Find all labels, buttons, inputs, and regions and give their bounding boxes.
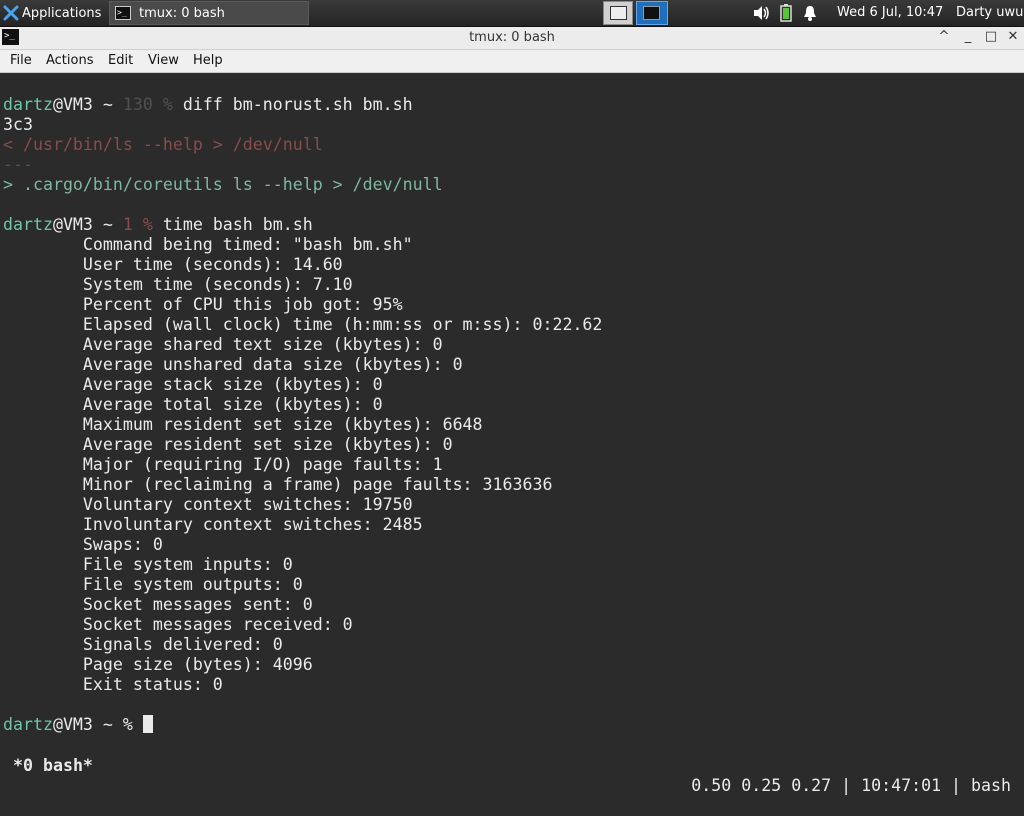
menu-bar: File Actions Edit View Help: [0, 50, 1024, 73]
shade-button[interactable]: ^: [936, 29, 952, 45]
minimize-button[interactable]: _: [960, 29, 976, 45]
output-line: Minor (reclaiming a frame) page faults: …: [3, 475, 553, 494]
prompt-host: @VM3 ~: [52, 95, 123, 114]
system-tray: [752, 0, 828, 26]
prompt-user: dartz: [3, 715, 53, 734]
prompt-exit-code: 1 %: [122, 215, 153, 234]
output-line: Involuntary context switches: 2485: [3, 515, 423, 534]
output-line: Average resident set size (kbytes): 0: [3, 435, 453, 454]
xfce-logo-icon: [3, 5, 19, 21]
output-line: System time (seconds): 7.10: [3, 275, 353, 294]
output-line: Swaps: 0: [3, 535, 163, 554]
applications-menu-button[interactable]: Applications: [0, 0, 104, 26]
applications-label: Applications: [22, 5, 102, 21]
output-line: File system inputs: 0: [3, 555, 293, 574]
output-line: File system outputs: 0: [3, 575, 303, 594]
command-text: time bash bm.sh: [152, 215, 313, 234]
output-line: Command being timed: "bash bm.sh": [3, 235, 413, 254]
volume-icon[interactable]: [752, 5, 770, 21]
tmux-window-list[interactable]: *0 bash*: [13, 756, 93, 776]
diff-hunk-header: 3c3: [3, 115, 33, 134]
diff-added-line: > .cargo/bin/coreutils ls --help > /dev/…: [3, 175, 443, 194]
output-line: Signals delivered: 0: [3, 635, 283, 654]
output-line: Page size (bytes): 4096: [3, 655, 313, 674]
menu-help[interactable]: Help: [193, 53, 223, 68]
maximize-button[interactable]: □: [983, 29, 999, 45]
prompt-symbol: %: [122, 715, 133, 734]
output-line: Socket messages sent: 0: [3, 595, 313, 614]
output-line: Major (requiring I/O) page faults: 1: [3, 455, 443, 474]
terminal-icon: >_: [115, 6, 131, 20]
tmux-status-bar: *0 bash* 0.50 0.25 0.27 | 10:47:01 | bas…: [0, 736, 1024, 795]
prompt-line: dartz@VM3 ~ 130 % diff bm-norust.sh bm.s…: [3, 95, 413, 115]
panel-clock[interactable]: Wed 6 Jul, 10:47: [837, 5, 943, 20]
prompt-user: dartz: [3, 215, 53, 234]
terminal-thumbnail-icon: [643, 6, 660, 20]
window-titlebar[interactable]: >_ tmux: 0 bash ^ _ □ ✕: [0, 27, 1024, 50]
menu-view[interactable]: View: [148, 53, 179, 68]
output-line: Average total size (kbytes): 0: [3, 395, 383, 414]
prompt-line: dartz@VM3 ~ 1 % time bash bm.sh: [3, 215, 313, 235]
menu-file[interactable]: File: [10, 53, 32, 68]
workspace-1-button[interactable]: [603, 1, 633, 25]
output-line: Percent of CPU this job got: 95%: [3, 295, 403, 314]
terminal-area[interactable]: dartz@VM3 ~ 130 % diff bm-norust.sh bm.s…: [0, 73, 1024, 795]
close-button[interactable]: ✕: [1005, 29, 1021, 45]
command-text: diff bm-norust.sh bm.sh: [172, 95, 413, 114]
workspace-2-button[interactable]: [636, 1, 668, 25]
output-line: Average stack size (kbytes): 0: [3, 375, 383, 394]
battery-icon[interactable]: [780, 4, 792, 22]
text-cursor: [142, 715, 153, 733]
diff-separator: ---: [3, 155, 33, 174]
prompt-host: @VM3 ~: [52, 215, 123, 234]
taskbar-item-label: tmux: 0 bash: [139, 5, 225, 21]
menu-actions[interactable]: Actions: [46, 53, 94, 68]
output-line: Elapsed (wall clock) time (h:mm:ss or m:…: [3, 315, 603, 334]
notification-bell-icon[interactable]: [802, 5, 818, 21]
output-line: Voluntary context switches: 19750: [3, 495, 413, 514]
menu-edit[interactable]: Edit: [108, 53, 133, 68]
output-line: Maximum resident set size (kbytes): 6648: [3, 415, 483, 434]
output-line: Average shared text size (kbytes): 0: [3, 335, 443, 354]
output-line: User time (seconds): 14.60: [3, 255, 343, 274]
diff-removed-line: < /usr/bin/ls --help > /dev/null: [3, 135, 323, 154]
taskbar-item-tmux[interactable]: >_ tmux: 0 bash: [109, 1, 309, 25]
panel-user-menu[interactable]: Darty uwu: [956, 5, 1023, 20]
current-prompt-line[interactable]: dartz@VM3 ~ %: [3, 715, 153, 735]
prompt-host: @VM3 ~: [52, 715, 123, 734]
output-line: Average unshared data size (kbytes): 0: [3, 355, 463, 374]
output-line: Exit status: 0: [3, 675, 223, 694]
window-thumbnail-icon: [610, 6, 627, 20]
tmux-status-right: 0.50 0.25 0.27 | 10:47:01 | bash: [691, 776, 1011, 795]
top-panel: Applications >_ tmux: 0 bash Wed 6 Jul, …: [0, 0, 1024, 27]
prompt-user: dartz: [3, 95, 53, 114]
window-title: tmux: 0 bash: [469, 30, 555, 45]
output-line: Socket messages received: 0: [3, 615, 353, 634]
prompt-exit-code: 130 %: [122, 95, 173, 114]
